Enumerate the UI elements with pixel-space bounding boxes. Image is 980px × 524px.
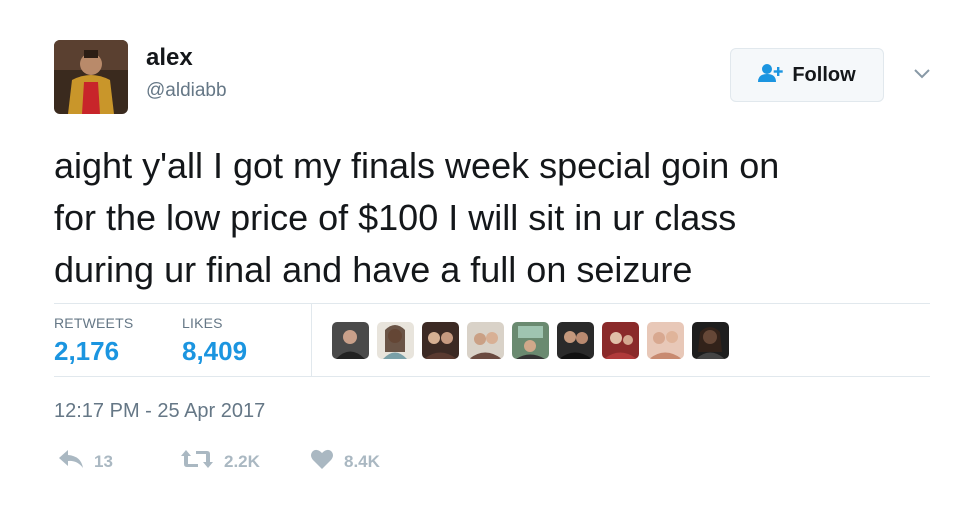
liker-avatar[interactable] bbox=[422, 322, 459, 359]
liker-avatar[interactable] bbox=[602, 322, 639, 359]
divider bbox=[54, 303, 930, 304]
avatar[interactable] bbox=[54, 40, 128, 114]
reply-icon bbox=[58, 448, 84, 475]
liker-avatar[interactable] bbox=[557, 322, 594, 359]
retweet-button[interactable]: 2.2K bbox=[180, 448, 260, 475]
follow-button[interactable]: Follow bbox=[730, 48, 884, 102]
reply-button[interactable]: 13 bbox=[58, 448, 113, 475]
liker-avatar[interactable] bbox=[512, 322, 549, 359]
likes-label[interactable]: LIKES bbox=[182, 315, 223, 331]
liker-avatar[interactable] bbox=[647, 322, 684, 359]
reply-count: 13 bbox=[94, 451, 113, 471]
user-name[interactable]: alex bbox=[146, 44, 193, 72]
like-count: 8.4K bbox=[344, 451, 380, 471]
retweet-count: 2.2K bbox=[224, 451, 260, 471]
retweets-count[interactable]: 2,176 bbox=[54, 336, 119, 367]
retweets-label[interactable]: RETWEETS bbox=[54, 315, 133, 331]
tweet-timestamp[interactable]: 12:17 PM - 25 Apr 2017 bbox=[54, 400, 265, 423]
liker-avatar[interactable] bbox=[467, 322, 504, 359]
add-user-icon bbox=[758, 63, 784, 88]
chevron-down-icon[interactable] bbox=[912, 66, 932, 82]
divider bbox=[54, 376, 930, 377]
liker-avatar[interactable] bbox=[377, 322, 414, 359]
retweet-icon bbox=[180, 448, 214, 475]
liker-avatars bbox=[332, 322, 729, 359]
stats-separator bbox=[311, 304, 312, 376]
tweet-text-line: during ur final and have a full on seizu… bbox=[54, 249, 693, 290]
liker-avatar[interactable] bbox=[332, 322, 369, 359]
tweet-text-line: aight y'all I got my finals week special… bbox=[54, 145, 780, 186]
heart-icon bbox=[310, 448, 334, 475]
user-handle[interactable]: @aldiabb bbox=[146, 80, 227, 102]
follow-button-label: Follow bbox=[792, 63, 856, 86]
likes-count[interactable]: 8,409 bbox=[182, 336, 247, 367]
tweet-text-line: for the low price of $100 I will sit in … bbox=[54, 197, 737, 238]
like-button[interactable]: 8.4K bbox=[310, 448, 380, 475]
liker-avatar[interactable] bbox=[692, 322, 729, 359]
tweet-text: aight y'all I got my finals week special… bbox=[54, 140, 934, 296]
